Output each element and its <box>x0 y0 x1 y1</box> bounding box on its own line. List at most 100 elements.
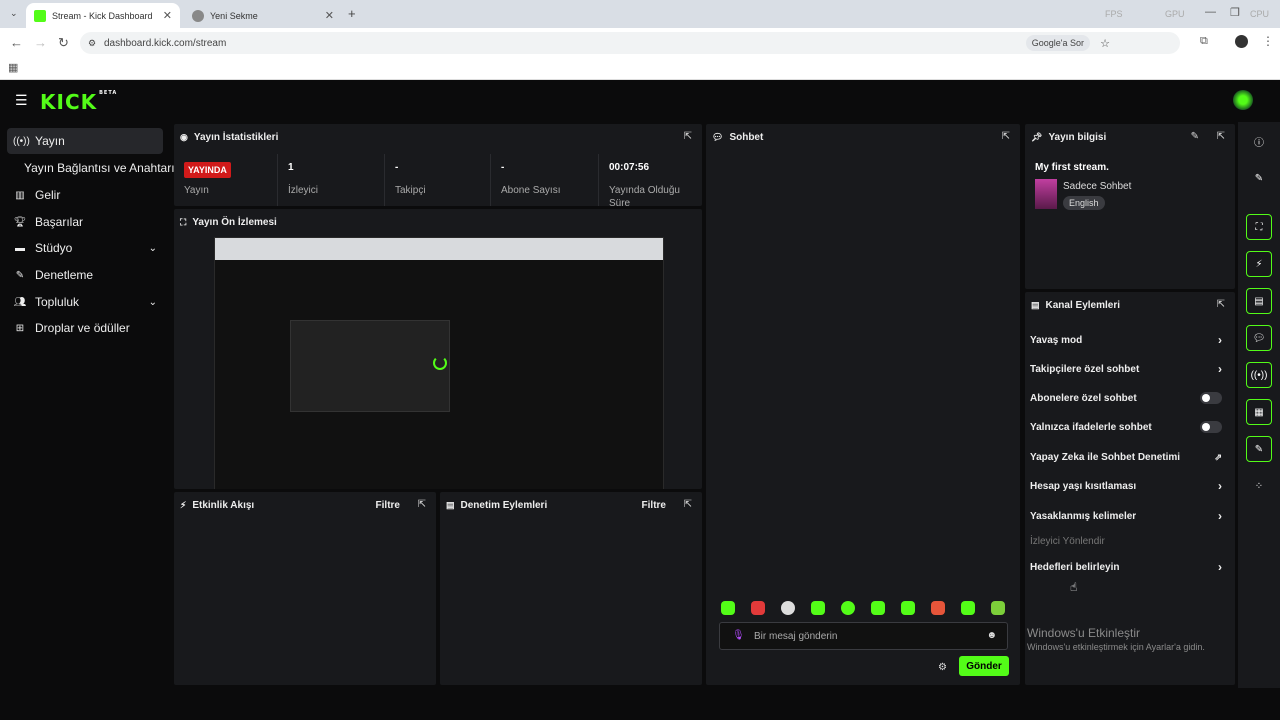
activity-title: Etkinlik Akışı <box>192 500 255 511</box>
action-account-age[interactable]: Hesap yaşı kısıtlaması › <box>1030 476 1230 496</box>
chat-input[interactable]: 🎙︎ Bir mesaj gönderin ☻ <box>719 622 1008 650</box>
actions-title: Kanal Eylemleri <box>1045 300 1120 311</box>
emote-icon[interactable] <box>751 601 765 615</box>
action-set-goals[interactable]: Hedefleri belirleyin › <box>1030 557 1230 577</box>
tab-new-tab[interactable]: Yeni Sekme ✕ <box>184 3 342 28</box>
kick-logo[interactable]: KICK BETA <box>40 90 117 114</box>
bolt-toggle-icon[interactable]: ⚡︎ <box>1246 251 1272 277</box>
action-followers-only[interactable]: Takipçilere özel sohbet › <box>1030 359 1230 379</box>
action-label: Yapay Zeka ile Sohbet Denetimi <box>1030 451 1181 463</box>
actions-icon: ▤ <box>1031 300 1040 310</box>
subscribers-only-toggle[interactable] <box>1200 392 1222 404</box>
emote-icon[interactable] <box>931 601 945 615</box>
action-subscribers-only[interactable]: Abonelere özel sohbet <box>1030 388 1230 408</box>
forward-icon[interactable]: → <box>34 35 47 50</box>
chat-toggle-icon[interactable]: 💬︎ <box>1246 325 1272 351</box>
sidebar-item-droplar[interactable]: ⊞ Droplar ve ödüller <box>7 315 163 341</box>
modlog-title: Denetim Eylemleri <box>460 500 548 511</box>
hamburger-menu-icon[interactable]: ☰ <box>15 92 28 109</box>
sidebar-item-yayin[interactable]: ((•)) Yayın <box>7 128 163 154</box>
reload-icon[interactable]: ↻ <box>58 35 69 51</box>
expand-icon[interactable]: ⇱ <box>1217 299 1225 310</box>
new-tab-icon[interactable]: + <box>348 6 356 21</box>
microphone-icon[interactable]: 🎙︎ <box>732 630 745 641</box>
sidebar-item-denetleme[interactable]: ✎ Denetleme <box>7 262 163 288</box>
action-label: Takipçilere özel sohbet <box>1030 363 1140 375</box>
tab-kick-dashboard[interactable]: Stream - Kick Dashboard ✕ <box>26 3 180 28</box>
sidebar-item-topluluk[interactable]: 👥︎ Topluluk ⌄ <box>7 289 163 315</box>
back-icon[interactable]: ← <box>10 35 23 50</box>
close-tab-icon[interactable]: ✕ <box>163 9 172 22</box>
chat-settings-icon[interactable]: ⚙ <box>938 662 947 673</box>
action-slow-mode[interactable]: Yavaş mod › <box>1030 330 1230 350</box>
emote-icon[interactable] <box>871 601 885 615</box>
stat-label: İzleyici <box>288 185 319 196</box>
trophy-icon: 🏆︎ <box>13 216 27 228</box>
sidebar-item-stream-key[interactable]: Yayın Bağlantısı ve Anahtarı <box>18 155 175 181</box>
expand-icon[interactable]: ⇱ <box>1217 131 1225 142</box>
maximize-icon[interactable]: ❐ <box>1230 6 1240 19</box>
sidebar-item-label: Başarılar <box>35 215 84 229</box>
url-text: dashboard.kick.com/stream <box>104 37 227 49</box>
tab-search-icon[interactable]: ⌄ <box>10 8 18 19</box>
stat-value: 1 <box>288 162 294 173</box>
browser-menu-icon[interactable]: ⋮ <box>1262 34 1274 48</box>
send-button[interactable]: Gönder <box>959 656 1009 676</box>
emote-icon[interactable] <box>901 601 915 615</box>
document-toggle-icon[interactable]: ▤ <box>1246 288 1272 314</box>
apps-grid-icon[interactable]: ▦ <box>8 61 18 74</box>
emotes-only-toggle[interactable] <box>1200 421 1222 433</box>
emote-icon[interactable] <box>961 601 975 615</box>
stats-title: Yayın İstatistikleri <box>193 132 279 143</box>
stream-preview-video[interactable] <box>214 237 664 489</box>
filter-button[interactable]: Filtre <box>642 500 666 511</box>
action-emotes-only[interactable]: Yalnızca ifadelerle sohbet <box>1030 417 1230 437</box>
chat-placeholder: Bir mesaj gönderin <box>754 631 838 642</box>
emote-icon[interactable] <box>811 601 825 615</box>
google-ask-chip[interactable]: Google'a Sor <box>1025 35 1090 51</box>
expand-icon[interactable]: ⇱ <box>684 499 692 510</box>
preview-toggle-icon[interactable]: ⛶ <box>1246 214 1272 240</box>
profile-icon[interactable] <box>1235 35 1248 48</box>
info-icon[interactable]: ⓘ <box>1246 128 1272 154</box>
minimize-icon[interactable]: — <box>1205 6 1216 18</box>
wrench-toggle-icon[interactable]: ✎ <box>1246 436 1272 462</box>
sidebar-item-gelir[interactable]: ▥ Gelir <box>7 182 163 208</box>
site-info-icon[interactable]: ⚙ <box>88 38 96 49</box>
extensions-icon[interactable]: ⧉ <box>1200 35 1208 48</box>
stat-followers: - Takipçi <box>385 154 491 206</box>
broadcast-toggle-icon[interactable]: ((•)) <box>1246 362 1272 388</box>
emoji-picker-icon[interactable]: ☻ <box>986 630 997 641</box>
emote-icon[interactable] <box>721 601 735 615</box>
address-bar[interactable]: ⚙ dashboard.kick.com/stream Google'a Sor… <box>80 32 1180 54</box>
panel-title: ◉ Yayın İstatistikleri <box>180 132 278 143</box>
fps-readout: FPS <box>1105 9 1123 19</box>
layout-toggle-icon[interactable]: ▦ <box>1246 399 1272 425</box>
chevron-down-icon: ⌄ <box>148 242 157 254</box>
emote-icon[interactable] <box>841 601 855 615</box>
close-tab-icon[interactable]: ✕ <box>325 9 334 22</box>
emote-icon[interactable] <box>781 601 795 615</box>
filter-button[interactable]: Filtre <box>376 500 400 511</box>
sidebar-item-studyo[interactable]: ▬ Stüdyo ⌄ <box>7 235 163 261</box>
expand-icon[interactable]: ⇱ <box>684 131 692 142</box>
live-badge-text: YAYINDA <box>184 162 231 178</box>
more-dots-icon[interactable]: ⁘ <box>1246 473 1272 499</box>
language-badge: English <box>1063 196 1105 210</box>
emote-icon[interactable] <box>991 601 1005 615</box>
pencil-icon[interactable]: ✎ <box>1246 165 1272 191</box>
sidebar-item-basarilar[interactable]: 🏆︎ Başarılar <box>7 209 163 235</box>
avatar[interactable] <box>1233 90 1253 110</box>
stream-title: My first stream. <box>1035 162 1109 173</box>
edit-icon[interactable]: ✎ <box>1191 131 1199 142</box>
sidebar-item-label: Stüdyo <box>35 241 73 255</box>
action-banned-words[interactable]: Yasaklanmış kelimeler › <box>1030 506 1230 526</box>
expand-icon[interactable]: ⇱ <box>418 499 426 510</box>
action-label: Yalnızca ifadelerle sohbet <box>1030 421 1152 433</box>
expand-icon[interactable]: ⇱ <box>1002 131 1010 142</box>
panel-title: ▤ Denetim Eylemleri <box>446 500 547 511</box>
action-ai-moderation[interactable]: Yapay Zeka ile Sohbet Denetimi ⇗ <box>1030 447 1230 467</box>
stat-label: Yayında Olduğu Süre <box>609 185 680 206</box>
info-title: Yayın bilgisi <box>1048 132 1107 143</box>
bookmark-star-icon[interactable]: ☆ <box>1100 37 1110 50</box>
